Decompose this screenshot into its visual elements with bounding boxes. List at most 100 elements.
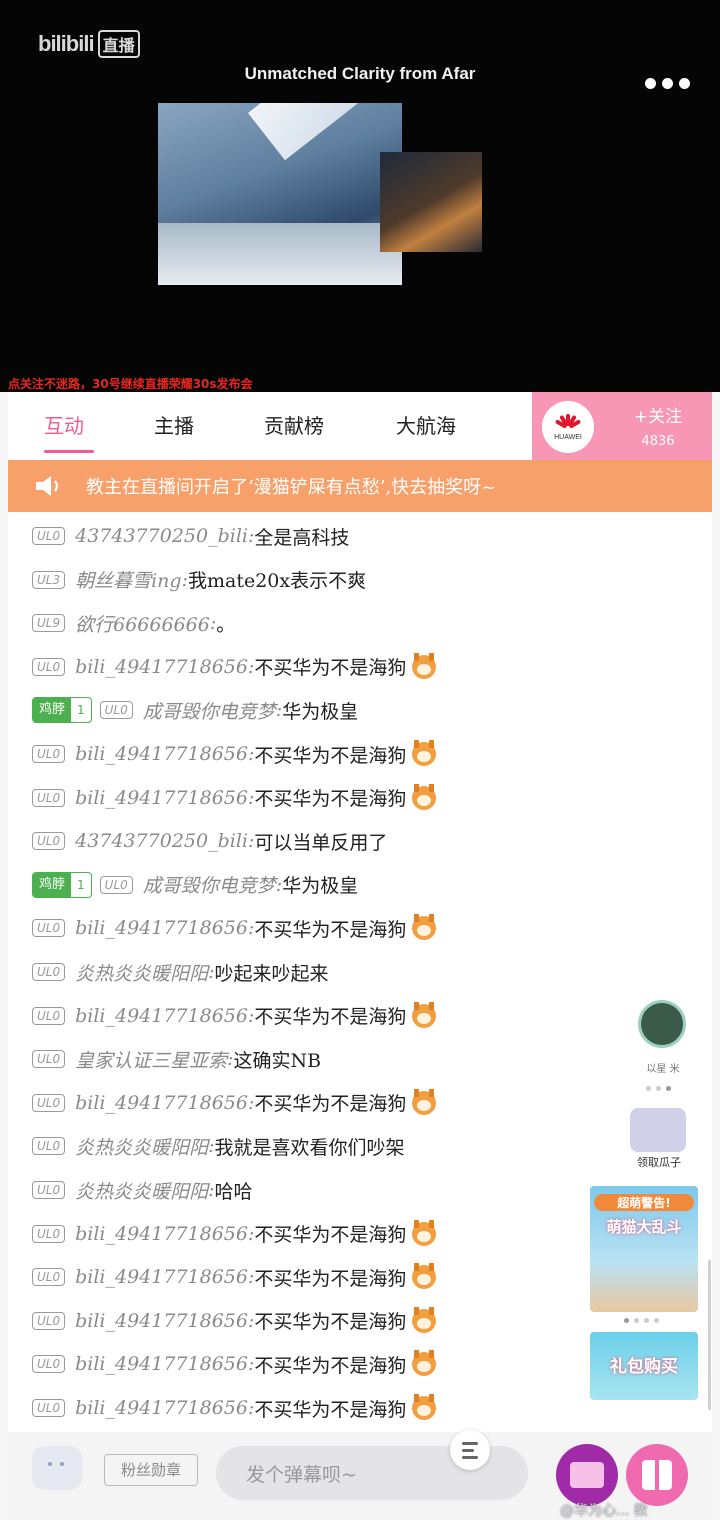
chat-username[interactable]: 朝丝暮雪ing	[75, 566, 181, 593]
chat-text: 我mate20x表示不爽	[188, 570, 367, 593]
widget-pager-dots	[646, 1086, 671, 1091]
chat-username[interactable]: bili_49417718656	[75, 787, 248, 809]
chat-username[interactable]: 成哥毁你电竞梦	[143, 697, 276, 724]
chat-username[interactable]: bili_49417718656	[75, 1397, 248, 1419]
video-player[interactable]: bilibili 直播 Unmatched Clarity from Afar …	[0, 0, 720, 392]
chat-message[interactable]: UL0 bili_49417718656: 不买华为不是海狗	[32, 1087, 437, 1119]
chat-text: 我就是喜欢看你们吵架	[214, 1136, 405, 1159]
event-avatar-widget[interactable]	[638, 1000, 686, 1048]
gift-box-icon[interactable]	[626, 1444, 688, 1506]
gift-pack-label: 礼包购买	[610, 1357, 678, 1377]
chat-message[interactable]: UL9 欲行66666666: 。	[32, 607, 235, 639]
gift-button[interactable]	[556, 1444, 618, 1506]
chat-message[interactable]: UL3 朝丝暮雪ing: 我mate20x表示不爽	[32, 564, 366, 596]
ticker-text: 点关注不迷路，30号继续直播荣耀30s发布会	[8, 377, 253, 391]
chat-message[interactable]: UL0 皇家认证三星亚索: 这确实NB	[32, 1043, 321, 1075]
user-level-badge: UL0	[32, 1006, 66, 1025]
user-level-badge: UL0	[32, 1268, 66, 1287]
chat-message[interactable]: 鸡脖 1 UL0 成哥毁你电竞梦: 华为极皇	[32, 869, 358, 901]
treasure-box-icon[interactable]	[630, 1108, 686, 1152]
chat-username[interactable]: bili_49417718656	[75, 917, 248, 939]
chat-message[interactable]: UL0 bili_49417718656: 不买华为不是海狗	[32, 1305, 437, 1337]
tab-contribution-rank[interactable]: 贡献榜	[264, 410, 324, 439]
chat-username[interactable]: 欲行66666666	[75, 610, 210, 637]
chat-message[interactable]: UL0 炎热炎炎暖阳阳: 我就是喜欢看你们吵架	[32, 1130, 405, 1162]
chat-username[interactable]: bili_49417718656	[75, 656, 248, 678]
shiba-dog-emoji-icon	[412, 1263, 437, 1290]
bilibili-live-logo: bilibili 直播	[38, 30, 140, 58]
watermark: @华为心... 教	[560, 1503, 648, 1519]
medal-level: 1	[77, 703, 85, 718]
follow-button[interactable]: +关注	[618, 402, 698, 427]
user-level-badge: UL0	[32, 1181, 66, 1199]
video-slide-title: Unmatched Clarity from Afar	[244, 64, 476, 83]
chat-username[interactable]: bili_49417718656	[75, 1223, 248, 1245]
chat-username[interactable]: bili_49417718656	[75, 1353, 248, 1375]
user-level-badge: UL9	[32, 614, 66, 633]
chat-message[interactable]: UL0 43743770250_bili: 全是高科技	[32, 520, 349, 552]
chat-message[interactable]: UL0 bili_49417718656: 不买华为不是海狗	[32, 782, 437, 814]
banner-pager-dots	[624, 1318, 659, 1323]
chat-message[interactable]: UL0 bili_49417718656: 不买华为不是海狗	[32, 1218, 437, 1250]
chat-username[interactable]: 炎热炎炎暖阳阳	[75, 959, 208, 986]
chat-message[interactable]: UL0 bili_49417718656: 不买华为不是海狗	[32, 1392, 437, 1424]
chat-username[interactable]: bili_49417718656	[75, 1310, 248, 1332]
chat-message[interactable]: UL0 43743770250_bili: 可以当单反用了	[32, 825, 387, 857]
user-level-badge: UL0	[32, 657, 66, 676]
user-level-badge: UL3	[32, 570, 66, 589]
chat-message[interactable]: UL0 bili_49417718656: 不买华为不是海狗	[32, 1348, 437, 1380]
user-level-badge: UL0	[32, 1137, 66, 1156]
more-options-icon[interactable]	[645, 78, 690, 89]
chat-text: 哈哈	[214, 1180, 253, 1203]
gift-pack-banner[interactable]: 礼包购买	[590, 1332, 698, 1400]
shiba-dog-emoji-icon	[412, 783, 437, 810]
shiba-dog-emoji-icon	[412, 1306, 437, 1333]
claim-seeds-label[interactable]: 领取瓜子	[626, 1154, 692, 1170]
chat-username[interactable]: bili_49417718656	[75, 1005, 248, 1027]
chat-message[interactable]: UL0 bili_49417718656: 不买华为不是海狗	[32, 1261, 437, 1293]
scrollbar[interactable]	[708, 1260, 711, 1410]
streamer-follow-panel[interactable]: HUAWEI +关注 4836	[532, 392, 712, 460]
chat-text: 不买华为不是海狗	[254, 744, 407, 767]
lottery-notice-banner[interactable]: 教主在直播间开启了‘漫猫铲屎有点愁’,快去抽奖呀~	[8, 460, 712, 512]
tab-interaction[interactable]: 互动	[44, 410, 84, 439]
chat-username[interactable]: bili_49417718656	[75, 743, 248, 765]
event-avatar-caption: 以星 米	[646, 1064, 680, 1075]
chat-message[interactable]: UL0 bili_49417718656: 不买华为不是海狗	[32, 738, 437, 770]
medal-name: 鸡脖	[33, 698, 72, 723]
tab-guard[interactable]: 大航海	[396, 410, 456, 439]
chat-message[interactable]: UL0 bili_49417718656: 不买华为不是海狗	[32, 651, 437, 683]
logo-text: bilibili	[38, 31, 95, 56]
fans-medal-button[interactable]: 粉丝勋章	[104, 1454, 198, 1486]
user-level-badge: UL0	[32, 788, 66, 807]
medal-level: 1	[77, 877, 85, 892]
chat-username[interactable]: 炎热炎炎暖阳阳	[75, 1177, 208, 1204]
chat-message[interactable]: UL0 bili_49417718656: 不买华为不是海狗	[32, 912, 437, 944]
chat-username[interactable]: 43743770250_bili	[75, 525, 248, 547]
chat-username[interactable]: 成哥毁你电竞梦	[143, 871, 276, 898]
tab-streamer[interactable]: 主播	[154, 410, 194, 439]
user-level-badge: UL0	[32, 527, 66, 545]
chat-message[interactable]: UL0 炎热炎炎暖阳阳: 吵起来吵起来	[32, 956, 329, 988]
notice-text: 教主在直播间开启了‘漫猫铲屎有点愁’,快去抽奖呀~	[86, 477, 497, 498]
chat-username[interactable]: bili_49417718656	[75, 1266, 248, 1288]
chat-username[interactable]: bili_49417718656	[75, 1092, 248, 1114]
slide-night-photo	[380, 152, 482, 252]
shiba-dog-emoji-icon	[412, 740, 437, 766]
danmaku-settings-icon[interactable]	[450, 1430, 490, 1470]
user-level-badge: UL0	[32, 1050, 66, 1069]
bilibili-tv-icon[interactable]	[32, 1446, 82, 1490]
chat-username[interactable]: 43743770250_bili	[75, 830, 248, 852]
cat-event-banner[interactable]: 超萌警告! 萌猫大乱斗	[590, 1186, 698, 1312]
shiba-dog-emoji-icon	[412, 914, 437, 941]
chat-message[interactable]: 鸡脖 1 UL0 成哥毁你电竞梦: 华为极皇	[32, 694, 358, 726]
active-tab-indicator	[44, 450, 94, 453]
user-level-badge: UL0	[32, 1311, 66, 1330]
streamer-avatar[interactable]: HUAWEI	[542, 401, 594, 453]
chat-text: 这确实NB	[233, 1049, 322, 1072]
chat-username[interactable]: 炎热炎炎暖阳阳	[75, 1133, 208, 1160]
chat-text: 可以当单反用了	[254, 831, 388, 854]
chat-message[interactable]: UL0 bili_49417718656: 不买华为不是海狗	[32, 1000, 437, 1032]
chat-username[interactable]: 皇家认证三星亚索	[75, 1046, 227, 1073]
chat-message[interactable]: UL0 炎热炎炎暖阳阳: 哈哈	[32, 1174, 253, 1206]
